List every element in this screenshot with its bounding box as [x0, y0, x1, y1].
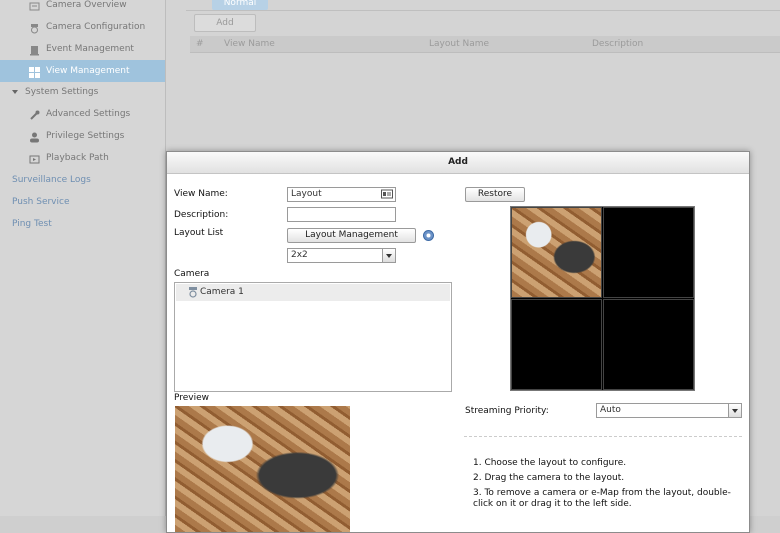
sidebar-item-privilege-settings[interactable]: Privilege Settings: [29, 125, 124, 147]
sidebar-item-advanced-settings[interactable]: Advanced Settings: [29, 103, 130, 125]
sidebar-item-playback-path[interactable]: Playback Path: [29, 147, 109, 169]
description-label: Description:: [174, 210, 229, 220]
sidebar-item-label: Privilege Settings: [46, 131, 125, 141]
column-header-description[interactable]: Description: [592, 39, 643, 49]
layout-list-label: Layout List: [174, 228, 224, 238]
column-header-index[interactable]: #: [196, 39, 204, 49]
camera-overview-icon: [29, 0, 40, 11]
sidebar-item-label: Advanced Settings: [46, 109, 131, 119]
streaming-priority-select[interactable]: Auto: [596, 403, 742, 418]
layout-cell-1[interactable]: [511, 207, 602, 298]
sidebar-item-camera-configuration[interactable]: Camera Configuration: [29, 16, 145, 38]
streaming-priority-label: Streaming Priority:: [465, 406, 549, 416]
instruction-line: click on it or drag it to the left side.: [473, 499, 632, 509]
wrench-icon: [29, 108, 40, 120]
playback-icon: [29, 152, 40, 164]
sidebar-item-label: Playback Path: [46, 153, 109, 163]
column-header-view-name[interactable]: View Name: [224, 39, 275, 49]
add-view-button[interactable]: Add: [194, 14, 256, 32]
sidebar-item-camera-overview[interactable]: Camera Overview: [29, 0, 127, 16]
sidebar-item-label: Camera Configuration: [46, 22, 146, 32]
view-name-input[interactable]: Layout: [287, 187, 396, 202]
chevron-down-icon: [382, 249, 395, 262]
description-input[interactable]: [287, 207, 396, 222]
layout-select-value: 2x2: [291, 250, 308, 260]
camera-icon: [188, 287, 198, 305]
help-icon[interactable]: [423, 230, 434, 244]
sidebar-item-label: View Management: [46, 66, 130, 76]
camera-item-label: Camera 1: [200, 287, 244, 297]
section-divider: [464, 436, 742, 437]
sidebar-link-surveillance-logs[interactable]: Surveillance Logs: [12, 169, 91, 191]
tab-normal[interactable]: Normal: [212, 0, 268, 10]
view-name-value: Layout: [291, 189, 322, 199]
camera-config-icon: [29, 21, 40, 34]
column-header-layout-name[interactable]: Layout Name: [429, 39, 489, 49]
sidebar-item-label: Event Management: [46, 44, 134, 54]
text-field-icon: [381, 189, 393, 204]
list-item[interactable]: Camera 1: [176, 284, 450, 301]
sidebar-link-push-service[interactable]: Push Service: [12, 191, 70, 213]
user-icon: [29, 130, 40, 143]
view-icon: [29, 65, 40, 78]
streaming-priority-value: Auto: [600, 405, 621, 415]
layout-management-button[interactable]: Layout Management: [287, 228, 416, 243]
layout-select[interactable]: 2x2: [287, 248, 396, 263]
layout-cell-3[interactable]: [511, 299, 602, 390]
add-view-dialog: Add View Name: Layout Description: Layou…: [166, 151, 750, 533]
sidebar-item-system-settings[interactable]: System Settings: [12, 81, 98, 103]
camera-section-label: Camera: [174, 269, 210, 279]
instruction-line: 1. Choose the layout to configure.: [473, 458, 627, 468]
preview-label: Preview: [174, 393, 210, 403]
layout-grid: [510, 206, 695, 391]
sidebar-item-event-management[interactable]: Event Management: [29, 38, 134, 60]
tab-divider: [186, 10, 780, 11]
camera-preview-image: [175, 406, 350, 532]
event-icon: [29, 43, 40, 56]
view-name-label: View Name:: [174, 189, 228, 199]
views-table-header: # View Name Layout Name Description: [190, 36, 780, 53]
sidebar-link-ping-test[interactable]: Ping Test: [12, 213, 52, 235]
layout-cell-4[interactable]: [603, 299, 694, 390]
sidebar-item-label: Camera Overview: [46, 0, 127, 10]
sidebar: Camera Overview Camera Configuration Eve…: [0, 0, 166, 516]
instruction-line: 2. Drag the camera to the layout.: [473, 473, 625, 483]
layout-cell-2[interactable]: [603, 207, 694, 298]
dialog-title: Add: [167, 152, 749, 174]
restore-button[interactable]: Restore: [465, 187, 525, 202]
camera-list: Camera 1: [174, 282, 452, 392]
chevron-down-icon: [728, 404, 741, 417]
expand-triangle-icon: [12, 89, 18, 94]
sidebar-item-view-management[interactable]: View Management: [0, 60, 165, 82]
sidebar-item-label: System Settings: [25, 87, 99, 97]
